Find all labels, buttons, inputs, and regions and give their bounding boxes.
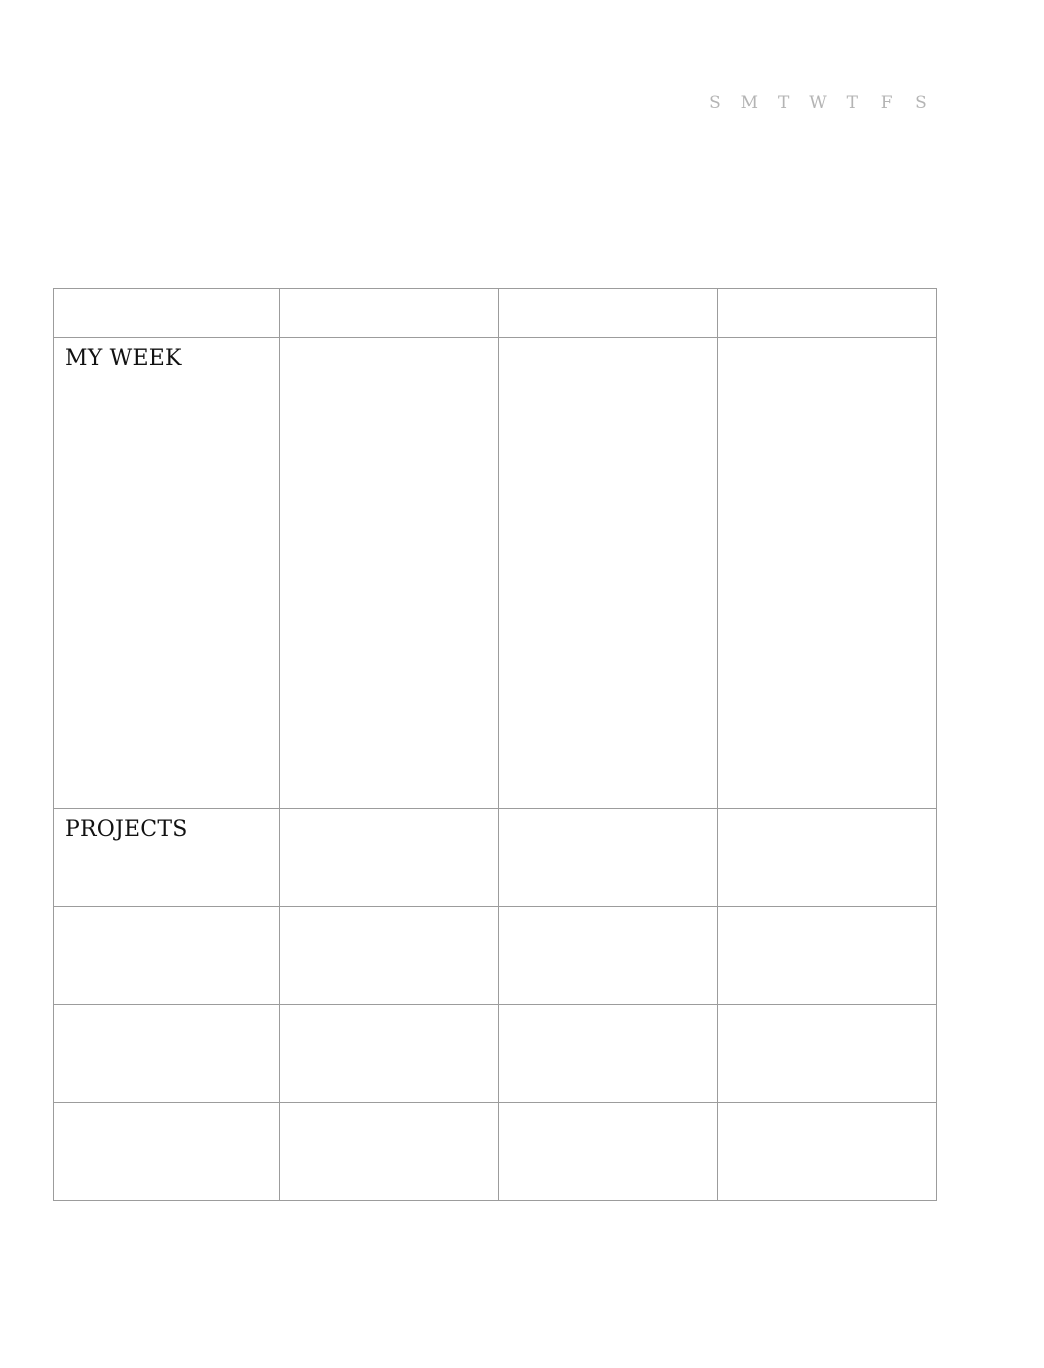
my-week-label-cell[interactable]: MY WEEK <box>53 337 280 809</box>
project-row <box>53 1004 937 1103</box>
project-cell[interactable] <box>717 906 937 1005</box>
my-week-row: MY WEEK <box>53 337 937 809</box>
header-row <box>53 288 937 338</box>
day-sunday[interactable]: S <box>703 93 727 113</box>
project-cell[interactable] <box>498 1102 718 1201</box>
weekly-planner-grid: MY WEEK PROJECTS <box>53 288 937 1201</box>
header-cell[interactable] <box>717 288 937 338</box>
header-cell[interactable] <box>498 288 718 338</box>
project-row <box>53 1102 937 1201</box>
day-tuesday[interactable]: T <box>772 93 796 113</box>
projects-label: PROJECTS <box>65 817 188 842</box>
my-week-label: MY WEEK <box>65 346 182 371</box>
project-cell[interactable] <box>53 1004 280 1103</box>
project-row <box>53 906 937 1005</box>
project-cell[interactable] <box>717 1102 937 1201</box>
project-cell[interactable] <box>279 1004 499 1103</box>
project-cell[interactable] <box>279 808 499 907</box>
day-monday[interactable]: M <box>737 93 761 113</box>
project-cell[interactable] <box>279 1102 499 1201</box>
my-week-cell[interactable] <box>279 337 499 809</box>
my-week-cell[interactable] <box>498 337 718 809</box>
project-cell[interactable] <box>53 1102 280 1201</box>
header-cell[interactable] <box>53 288 280 338</box>
header-cell[interactable] <box>279 288 499 338</box>
projects-label-cell[interactable]: PROJECTS <box>53 808 280 907</box>
project-cell[interactable] <box>53 906 280 1005</box>
projects-row: PROJECTS <box>53 808 937 907</box>
project-cell[interactable] <box>498 906 718 1005</box>
day-saturday[interactable]: S <box>909 93 933 113</box>
project-cell[interactable] <box>717 808 937 907</box>
day-friday[interactable]: F <box>875 93 899 113</box>
week-day-selector: S M T W T F S <box>703 90 933 116</box>
project-cell[interactable] <box>498 808 718 907</box>
project-cell[interactable] <box>279 906 499 1005</box>
day-wednesday[interactable]: W <box>806 93 830 113</box>
project-cell[interactable] <box>717 1004 937 1103</box>
project-cell[interactable] <box>498 1004 718 1103</box>
day-thursday[interactable]: T <box>840 93 864 113</box>
my-week-cell[interactable] <box>717 337 937 809</box>
